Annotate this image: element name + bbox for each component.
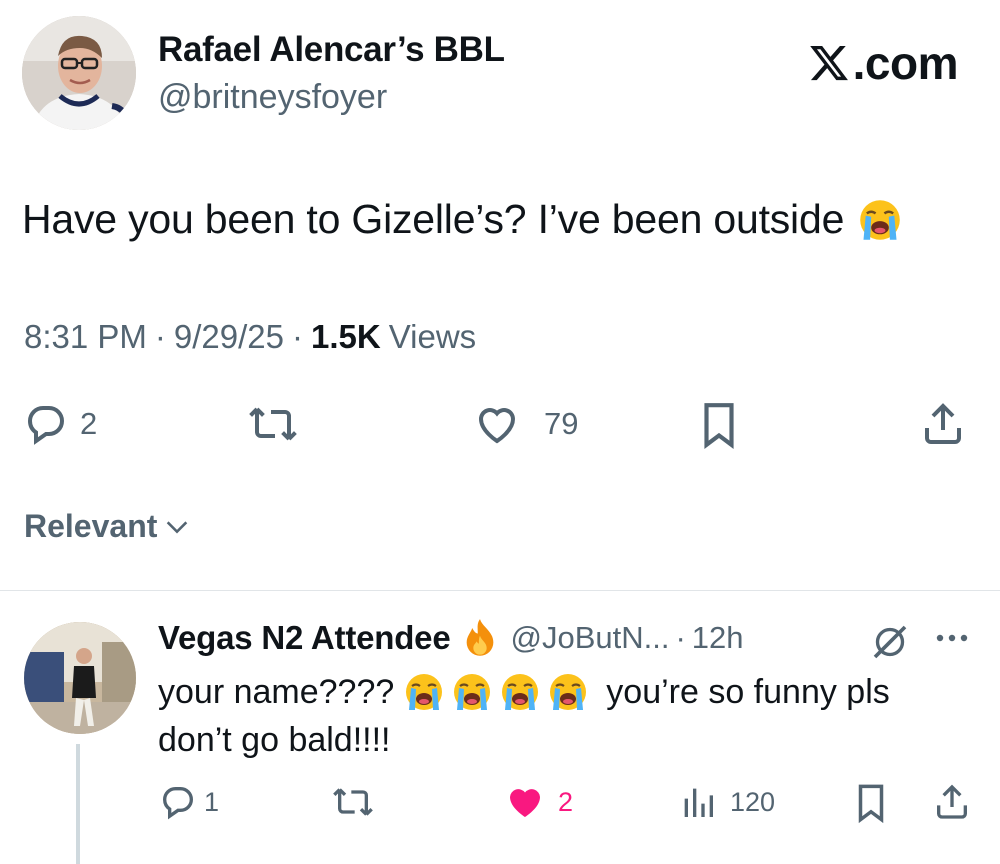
tweet-time[interactable]: 8:31 PM (24, 318, 147, 356)
like-count: 79 (544, 406, 579, 441)
loudly-crying-face-icon (550, 674, 587, 710)
heart-icon (478, 408, 516, 444)
bookmark-button[interactable] (696, 400, 742, 450)
bookmark-icon (858, 784, 884, 824)
like-button[interactable]: 79 (472, 400, 578, 448)
user-handle[interactable]: @britneysfoyer (158, 78, 387, 117)
repost-button[interactable] (246, 400, 300, 448)
reply-emojis (404, 672, 596, 712)
chevron-down-icon (167, 520, 188, 533)
reply-reply-button[interactable]: 1 (158, 782, 219, 822)
reply-icon (162, 787, 194, 820)
thread-line (76, 744, 80, 864)
heart-filled-icon (510, 789, 540, 817)
reply-reply-count: 1 (204, 786, 220, 817)
reply-views-button[interactable]: 120 (678, 782, 775, 822)
reply-views-count: 120 (730, 786, 776, 817)
loudly-crying-face-icon (860, 199, 900, 240)
reply-button[interactable]: 2 (22, 400, 97, 448)
analytics-icon (684, 788, 713, 817)
watermark: .com (807, 36, 959, 90)
tweet-date[interactable]: 9/29/25 (174, 318, 284, 356)
reply-header: Vegas N2 Attendee @JoButN... · 12h (158, 618, 744, 658)
views-label: Views (388, 318, 477, 355)
avatar-photo (24, 622, 136, 734)
more-button[interactable] (932, 626, 972, 655)
avatar[interactable] (22, 16, 136, 130)
share-button[interactable] (918, 400, 968, 448)
reply-text-line2: don’t go bald!!!! (158, 721, 391, 759)
repost-icon (249, 407, 297, 441)
reply-time[interactable]: 12h (692, 620, 744, 656)
tweet-body: Have you been to Gizelle’s? I’ve been ou… (22, 196, 845, 242)
separator-dot: · (675, 620, 686, 655)
bookmark-icon (704, 403, 734, 449)
loudly-crying-face-icon (502, 674, 539, 710)
sort-label: Relevant (24, 508, 158, 544)
fire-icon (466, 619, 493, 656)
tweet-text: Have you been to Gizelle’s? I’ve been ou… (22, 196, 902, 243)
x-logo-icon (809, 45, 848, 81)
reply-share-button[interactable] (932, 782, 972, 822)
reply-like-button[interactable]: 2 (504, 782, 573, 822)
reply-bookmark-button[interactable] (852, 782, 890, 824)
loudly-crying-face-icon (454, 674, 491, 710)
reply-count: 2 (80, 406, 98, 441)
display-name[interactable]: Rafael Alencar’s BBL (158, 30, 505, 70)
watermark-text: .com (852, 37, 959, 89)
more-icon (936, 634, 968, 642)
reply-text-start: your name???? (158, 673, 395, 711)
loudly-crying-face-icon (406, 674, 443, 710)
reply-text: your name???? you’re so funny pls don’t … (158, 668, 988, 764)
avatar-photo (22, 16, 136, 130)
views-count: 1.5K (311, 318, 381, 355)
share-icon (925, 403, 961, 444)
separator-dot: · (154, 318, 166, 355)
grok-button[interactable] (870, 622, 910, 667)
repost-icon (333, 788, 373, 816)
reply-like-count: 2 (558, 786, 574, 817)
divider (0, 590, 1000, 591)
share-icon (937, 784, 967, 819)
reply-icon (27, 406, 65, 445)
sort-dropdown[interactable]: Relevant (24, 508, 191, 545)
separator-dot: · (292, 318, 304, 355)
reply-text-end: you’re so funny pls (606, 673, 890, 711)
reply-avatar[interactable] (24, 622, 136, 734)
reply-handle[interactable]: @JoButN... (511, 620, 670, 656)
grok-icon (873, 625, 907, 659)
tweet-meta: 8:31 PM · 9/29/25 · 1.5K Views (24, 318, 476, 356)
reply-display-name[interactable]: Vegas N2 Attendee (158, 619, 451, 657)
reply-repost-button[interactable] (330, 782, 376, 822)
